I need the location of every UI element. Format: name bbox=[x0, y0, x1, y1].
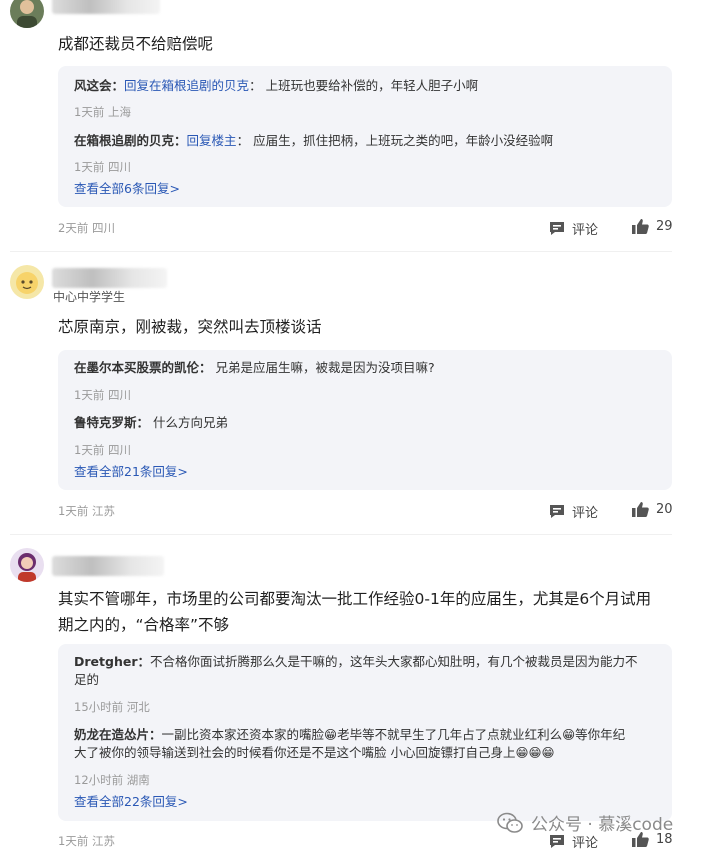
like-count: 29 bbox=[656, 219, 673, 234]
comment-button-label: 评论 bbox=[572, 506, 599, 521]
comment-time: 2天前 bbox=[58, 221, 89, 235]
reply-location: 四川 bbox=[107, 388, 131, 402]
like-button[interactable]: 20 bbox=[632, 502, 673, 517]
reply-author[interactable]: 奶龙在造怂片 bbox=[74, 727, 149, 742]
reply-text: 什么方向兄弟 bbox=[153, 415, 229, 430]
comment-2: 中心中学学生 芯原南京，刚被裁，突然叫去顶楼谈话 在墨尔本买股票的凯伦： 兄弟是… bbox=[0, 262, 726, 532]
reply-meta: 1天前 四川 bbox=[74, 159, 131, 175]
comment-meta: 1天前 江苏 bbox=[58, 503, 115, 519]
reply-target-link[interactable]: 楼主 bbox=[212, 133, 237, 148]
reply-meta: 12小时前 湖南 bbox=[74, 772, 150, 788]
comment-location: 江苏 bbox=[91, 504, 115, 518]
comment-button[interactable]: 评论 bbox=[549, 219, 598, 238]
watermark: 公众号 · 慕溪code bbox=[497, 810, 673, 835]
comment-1: 成都还裁员不给赔偿呢 风这会：回复在箱根追剧的贝克： 上班玩也要给补偿的，年轻人… bbox=[0, 0, 726, 250]
username-blurred[interactable] bbox=[52, 0, 160, 14]
comment-text: 其实不管哪年，市场里的公司都要淘汰一批工作经验0-1年的应届生，尤其是6个月试用… bbox=[58, 586, 698, 638]
reply-prefix: 回复 bbox=[124, 78, 150, 93]
reply-text: 应届生，抓住把柄，上班玩之类的吧，年龄小没经验啊 bbox=[253, 133, 554, 148]
reply-meta: 1天前 上海 bbox=[74, 104, 131, 120]
reply-text: 大了被你的领导输送到社会的时候看你还是不是这个嘴脸 小心回旋镖打自己身上😁😁😁 bbox=[74, 745, 555, 760]
reply-time: 1天前 bbox=[74, 105, 105, 119]
comment-time: 1天前 bbox=[58, 504, 89, 518]
avatar-image-icon bbox=[10, 548, 44, 582]
avatar-image-icon bbox=[10, 265, 44, 299]
avatar[interactable] bbox=[10, 265, 44, 299]
reply-author[interactable]: Dretgher bbox=[74, 654, 137, 669]
reply-text: 足的 bbox=[74, 672, 100, 687]
reply-time: 1天前 bbox=[74, 443, 105, 457]
username-blurred[interactable] bbox=[52, 556, 164, 576]
comment-button-label: 评论 bbox=[572, 223, 599, 238]
reply-location: 湖南 bbox=[126, 773, 150, 787]
view-all-replies-link[interactable]: 查看全部22条回复> bbox=[74, 791, 188, 810]
reply-meta: 15小时前 河北 bbox=[74, 699, 150, 715]
like-button[interactable]: 29 bbox=[632, 219, 673, 234]
avatar-image-icon bbox=[10, 0, 44, 28]
reply-meta: 1天前 四川 bbox=[74, 387, 131, 403]
comment-meta: 1天前 江苏 bbox=[58, 833, 115, 849]
reply-location: 四川 bbox=[107, 160, 131, 174]
comment-location: 江苏 bbox=[91, 834, 115, 848]
avatar[interactable] bbox=[10, 0, 44, 28]
reply-text: 不合格你面试折腾那么久是干嘛的，这年头大家都心知肚明，有几个被裁员是因为能力不 bbox=[150, 654, 638, 669]
comment-time: 1天前 bbox=[58, 834, 89, 848]
reply-item: 在箱根追剧的贝克：回复楼主： 应届生，抓住把柄，上班玩之类的吧，年龄小没经验啊 bbox=[74, 133, 554, 148]
comment-text-line: 其实不管哪年，市场里的公司都要淘汰一批工作经验0-1年的应届生，尤其是6个月试用 bbox=[58, 590, 652, 608]
thumbs-up-icon bbox=[632, 502, 649, 517]
reply-box: Dretgher：不合格你面试折腾那么久是干嘛的，这年头大家都心知肚明，有几个被… bbox=[58, 644, 672, 821]
reply-item: 鲁特克罗斯： 什么方向兄弟 bbox=[74, 415, 229, 430]
reply-location: 上海 bbox=[107, 105, 131, 119]
reply-item: 风这会：回复在箱根追剧的贝克： 上班玩也要给补偿的，年轻人胆子小啊 bbox=[74, 78, 479, 93]
reply-text: 一副比资本家还资本家的嘴脸😁老毕等不就早生了几年占了点就业红利么😁等你年纪 bbox=[161, 727, 626, 742]
divider bbox=[10, 534, 672, 535]
comment-icon bbox=[550, 222, 564, 235]
reply-item: 在墨尔本买股票的凯伦： 兄弟是应届生嘛，被裁是因为没项目嘛? bbox=[74, 360, 435, 375]
comment-icon bbox=[550, 835, 564, 848]
comment-icon bbox=[550, 505, 564, 518]
avatar[interactable] bbox=[10, 548, 44, 582]
comment-text-line: 期之内的，“合格率”不够 bbox=[58, 616, 230, 634]
reply-item: Dretgher：不合格你面试折腾那么久是干嘛的，这年头大家都心知肚明，有几个被… bbox=[74, 654, 638, 687]
watermark-text: 公众号 · 慕溪code bbox=[531, 815, 674, 835]
reply-text: 上班玩也要给补偿的，年轻人胆子小啊 bbox=[265, 78, 479, 93]
reply-author[interactable]: 在墨尔本买股票的凯伦 bbox=[74, 360, 199, 375]
user-subtitle: 中心中学学生 bbox=[53, 290, 126, 304]
reply-time: 15小时前 bbox=[74, 700, 124, 714]
wechat-icon bbox=[497, 812, 523, 833]
comment-3: 其实不管哪年，市场里的公司都要淘汰一批工作经验0-1年的应届生，尤其是6个月试用… bbox=[0, 545, 726, 851]
reply-author[interactable]: 鲁特克罗斯 bbox=[74, 415, 137, 430]
reply-box: 风这会：回复在箱根追剧的贝克： 上班玩也要给补偿的，年轻人胆子小啊 1天前 上海… bbox=[58, 66, 672, 207]
like-count: 20 bbox=[656, 502, 673, 517]
reply-item: 奶龙在造怂片：一副比资本家还资本家的嘴脸😁老毕等不就早生了几年占了点就业红利么😁… bbox=[74, 727, 626, 760]
view-all-replies-link[interactable]: 查看全部21条回复> bbox=[74, 461, 188, 480]
comment-button[interactable]: 评论 bbox=[549, 502, 598, 521]
thumbs-up-icon bbox=[632, 219, 649, 234]
reply-text: 兄弟是应届生嘛，被裁是因为没项目嘛? bbox=[215, 360, 435, 375]
reply-meta: 1天前 四川 bbox=[74, 442, 131, 458]
username-blurred[interactable] bbox=[52, 268, 167, 288]
reply-time: 1天前 bbox=[74, 160, 105, 174]
reply-location: 河北 bbox=[126, 700, 150, 714]
reply-author[interactable]: 在箱根追剧的贝克 bbox=[74, 133, 174, 148]
reply-box: 在墨尔本买股票的凯伦： 兄弟是应届生嘛，被裁是因为没项目嘛? 1天前 四川 鲁特… bbox=[58, 350, 672, 490]
comment-text: 成都还裁员不给赔偿呢 bbox=[58, 35, 214, 53]
reply-time: 1天前 bbox=[74, 388, 105, 402]
reply-target-link[interactable]: 在箱根追剧的贝克 bbox=[149, 78, 249, 93]
comment-location: 四川 bbox=[91, 221, 115, 235]
reply-prefix: 回复 bbox=[186, 133, 212, 148]
reply-location: 四川 bbox=[107, 443, 131, 457]
reply-author[interactable]: 风这会 bbox=[74, 78, 112, 93]
comment-meta: 2天前 四川 bbox=[58, 220, 115, 236]
comment-text: 芯原南京，刚被裁，突然叫去顶楼谈话 bbox=[58, 318, 322, 336]
divider bbox=[10, 251, 672, 252]
reply-time: 12小时前 bbox=[74, 773, 124, 787]
view-all-replies-link[interactable]: 查看全部6条回复> bbox=[74, 178, 180, 197]
